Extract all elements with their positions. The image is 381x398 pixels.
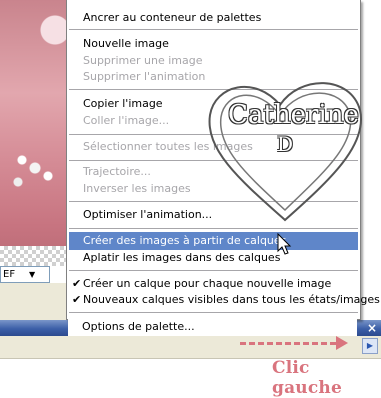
palette-context-menu: Ancrer au conteneur de palettes Nouvelle… <box>66 0 380 320</box>
background-panel <box>0 283 66 320</box>
menu-separator <box>69 228 358 229</box>
menu-item-label: Optimiser l'animation... <box>83 208 213 221</box>
frame-delay-combo[interactable]: EF ▼ <box>0 266 50 283</box>
frame-delay-value: EF <box>3 269 16 280</box>
menu-separator <box>69 312 358 313</box>
menu-item-palette-options[interactable]: Options de palette... <box>68 318 357 336</box>
menu-item-label: Sélectionner toutes les images <box>83 140 253 153</box>
menu-item-flatten-frames-into-layers[interactable]: Aplatir les images dans des calques <box>69 249 358 267</box>
menu-item-label: Coller l'image... <box>83 114 170 127</box>
menu-item-label: Nouveaux calques visibles dans tous les … <box>83 293 380 306</box>
menu-item-label: Aplatir les images dans des calques <box>83 251 281 264</box>
chevron-down-icon[interactable]: ▼ <box>29 269 35 281</box>
menu-item-select-all-frames[interactable]: Sélectionner toutes les images <box>69 138 358 156</box>
menu-item-delete-animation[interactable]: Supprimer l'animation <box>69 68 358 86</box>
menu-separator <box>69 160 358 161</box>
menu-item-label: Supprimer l'animation <box>83 70 206 83</box>
transparency-checkerboard <box>0 246 66 266</box>
checkmark-icon: ✔ <box>72 293 82 306</box>
menu-item-label: Nouvelle image <box>83 37 169 50</box>
menu-separator <box>69 134 358 135</box>
menu-item-dock-palette[interactable]: Ancrer au conteneur de palettes <box>69 9 358 27</box>
menu-separator <box>69 270 358 271</box>
mouse-cursor-icon <box>277 233 292 255</box>
close-icon[interactable]: × <box>365 322 379 335</box>
annotation-arrow-head <box>336 336 348 350</box>
menu-item-reverse-frames[interactable]: Inverser les images <box>69 180 358 198</box>
menu-item-tween[interactable]: Trajectoire... <box>69 163 358 181</box>
canvas-artwork <box>0 0 66 266</box>
menu-item-new-frame[interactable]: Nouvelle image <box>69 35 358 53</box>
annotation-arrow-line <box>240 342 336 345</box>
menu-item-label: Supprimer une image <box>83 54 203 67</box>
menu-item-label: Copier l'image <box>83 97 163 110</box>
menu-item-label: Trajectoire... <box>83 165 151 178</box>
menu-item-label: Ancrer au conteneur de palettes <box>83 11 262 24</box>
menu-separator <box>69 89 358 90</box>
menu-separator <box>69 29 358 30</box>
menu-item-optimize-animation[interactable]: Optimiser l'animation... <box>69 206 358 224</box>
menu-item-copy-frame[interactable]: Copier l'image <box>69 95 358 113</box>
palette-menu-button[interactable]: ▶ <box>362 338 378 354</box>
menu-item-label: Créer un calque pour chaque nouvelle ima… <box>83 277 332 290</box>
menu-item-new-layers-visible[interactable]: ✔ Nouveaux calques visibles dans tous le… <box>69 291 380 309</box>
menu-item-label: Options de palette... <box>82 320 195 333</box>
palette-bottom-row <box>0 336 381 359</box>
palette-menu-arrow-icon: ▶ <box>366 341 374 350</box>
menu-separator <box>69 201 358 202</box>
menu-item-label: Créer des images à partir de calques <box>83 234 287 247</box>
menu-item-paste-frame[interactable]: Coller l'image... <box>69 112 358 130</box>
menu-item-make-frames-from-layers[interactable]: Créer des images à partir de calques <box>69 232 358 250</box>
annotation-label: Clic gauche <box>272 358 342 398</box>
menu-item-label: Inverser les images <box>83 182 191 195</box>
